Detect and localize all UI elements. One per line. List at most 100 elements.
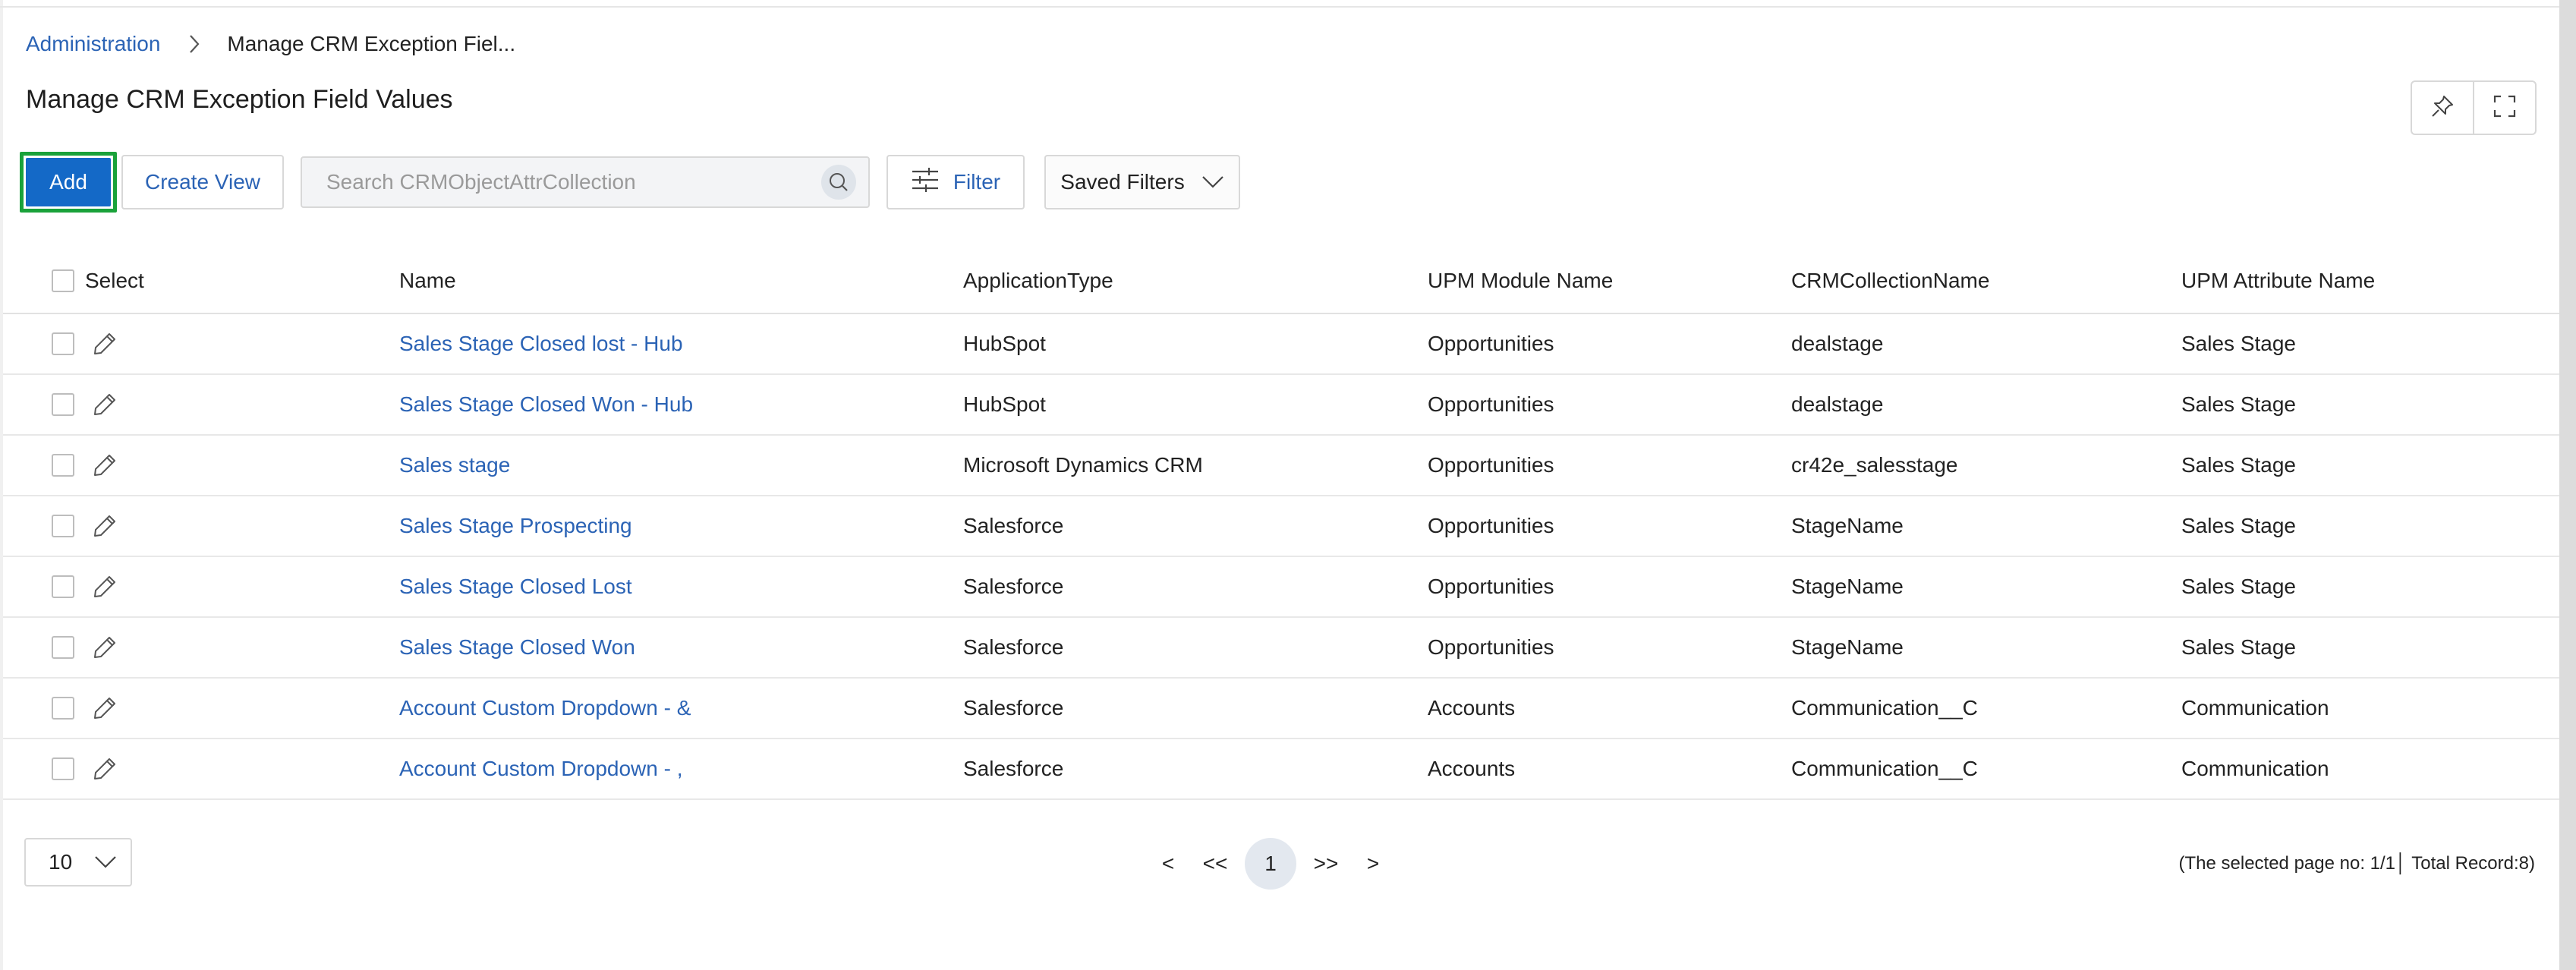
row-name-link[interactable]: Sales Stage Closed Lost xyxy=(399,575,963,599)
row-checkbox[interactable] xyxy=(52,393,74,416)
table-row: Sales Stage Closed lost - Hub HubSpot Oppo… xyxy=(3,314,2559,375)
row-select-cell xyxy=(3,694,399,722)
row-crm-collection-name: cr42e_salesstage xyxy=(1791,453,1958,477)
row-select-cell xyxy=(3,391,399,418)
breadcrumb-administration-link[interactable]: Administration xyxy=(26,32,160,56)
page-title: Manage CRM Exception Field Values xyxy=(26,85,453,114)
application-type-column-header[interactable]: ApplicationType xyxy=(963,269,1428,293)
row-upm-attribute-name: Sales Stage xyxy=(2181,453,2296,477)
row-upm-module-name: Opportunities xyxy=(1428,635,1554,659)
table-row: Sales Stage Closed Won Salesforce Opportun… xyxy=(3,618,2559,679)
sliders-icon xyxy=(911,167,940,198)
table-row: Sales Stage Closed Lost Salesforce Opportu… xyxy=(3,557,2559,618)
row-crm-collection-name: Communication__C xyxy=(1791,757,1978,780)
filter-button[interactable]: Filter xyxy=(886,155,1025,209)
add-button[interactable]: Add xyxy=(26,158,111,206)
row-crm-collection-name: dealstage xyxy=(1791,392,1884,416)
row-name-link[interactable]: Sales Stage Closed Won - Hub xyxy=(399,392,963,417)
top-divider xyxy=(0,0,2559,8)
chevron-right-icon xyxy=(183,33,206,55)
fullscreen-button[interactable] xyxy=(2473,82,2535,134)
crm-collection-name-column-header[interactable]: CRMCollectionName xyxy=(1791,269,2181,293)
select-all-checkbox[interactable] xyxy=(52,269,74,292)
search-box xyxy=(301,156,870,208)
row-name-link[interactable]: Sales Stage Prospecting xyxy=(399,514,963,538)
search-input[interactable] xyxy=(325,169,783,195)
row-application-type: HubSpot xyxy=(963,332,1046,355)
pencil-icon[interactable] xyxy=(91,573,118,600)
row-crm-collection-name: dealstage xyxy=(1791,332,1884,355)
row-upm-module-name: Opportunities xyxy=(1428,332,1554,355)
row-application-type: Salesforce xyxy=(963,696,1064,720)
row-upm-module-name: Opportunities xyxy=(1428,392,1554,416)
upm-module-name-column-header[interactable]: UPM Module Name xyxy=(1428,269,1791,293)
row-checkbox[interactable] xyxy=(52,454,74,477)
select-column-header: Select xyxy=(3,269,399,293)
row-checkbox[interactable] xyxy=(52,636,74,659)
row-application-type: Salesforce xyxy=(963,757,1064,780)
row-crm-collection-name: Communication__C xyxy=(1791,696,1978,720)
pencil-icon[interactable] xyxy=(91,452,118,479)
view-controls xyxy=(2411,80,2537,135)
row-checkbox[interactable] xyxy=(52,575,74,598)
row-checkbox[interactable] xyxy=(52,332,74,355)
previous-page-button[interactable]: < xyxy=(1148,852,1189,876)
row-crm-collection-name: StageName xyxy=(1791,635,1904,659)
table-header-row: Select Name ApplicationType UPM Module N… xyxy=(3,249,2559,314)
data-table: Select Name ApplicationType UPM Module N… xyxy=(3,249,2559,800)
pencil-icon[interactable] xyxy=(91,330,118,357)
row-checkbox[interactable] xyxy=(52,515,74,537)
pin-button[interactable] xyxy=(2412,82,2473,134)
row-upm-module-name: Opportunities xyxy=(1428,514,1554,537)
pencil-icon[interactable] xyxy=(91,391,118,418)
row-name-link[interactable]: Sales Stage Closed Won xyxy=(399,635,963,660)
pencil-icon[interactable] xyxy=(91,512,118,540)
page-size-select[interactable]: 10 xyxy=(24,838,132,887)
row-upm-attribute-name: Sales Stage xyxy=(2181,332,2296,355)
row-application-type: Microsoft Dynamics CRM xyxy=(963,453,1203,477)
saved-filters-dropdown[interactable]: Saved Filters xyxy=(1044,155,1240,209)
row-name-link[interactable]: Account Custom Dropdown - & xyxy=(399,696,963,720)
row-application-type: HubSpot xyxy=(963,392,1046,416)
table-footer: 10 < << 1 >> > (The selected page no: 1/… xyxy=(0,838,2559,890)
toolbar: Add Create View Filter Saved Filters xyxy=(20,152,1240,213)
row-name-link[interactable]: Sales stage xyxy=(399,453,963,477)
row-upm-module-name: Accounts xyxy=(1428,757,1516,780)
row-crm-collection-name: StageName xyxy=(1791,575,1904,598)
row-upm-attribute-name: Sales Stage xyxy=(2181,514,2296,537)
saved-filters-label: Saved Filters xyxy=(1060,170,1185,194)
current-page-button[interactable]: 1 xyxy=(1245,838,1296,890)
table-row: Sales stage Microsoft Dynamics CRM Opportu… xyxy=(3,436,2559,496)
table-row: Account Custom Dropdown - & Salesforce Acc… xyxy=(3,679,2559,739)
pagination: < << 1 >> > xyxy=(1148,838,1393,890)
row-select-cell xyxy=(3,512,399,540)
row-upm-attribute-name: Sales Stage xyxy=(2181,392,2296,416)
add-button-focus-ring: Add xyxy=(20,152,117,213)
create-view-button[interactable]: Create View xyxy=(121,155,284,209)
row-name-link[interactable]: Sales Stage Closed lost - Hub xyxy=(399,332,963,356)
search-icon[interactable] xyxy=(821,165,856,200)
row-upm-attribute-name: Communication xyxy=(2181,696,2329,720)
row-name-link[interactable]: Account Custom Dropdown - , xyxy=(399,757,963,781)
first-page-button[interactable]: << xyxy=(1189,852,1242,876)
row-checkbox[interactable] xyxy=(52,757,74,780)
row-select-cell xyxy=(3,452,399,479)
name-column-header[interactable]: Name xyxy=(399,269,963,293)
row-upm-attribute-name: Sales Stage xyxy=(2181,575,2296,598)
upm-attribute-name-column-header[interactable]: UPM Attribute Name xyxy=(2181,269,2559,293)
last-page-button[interactable]: >> xyxy=(1299,852,1353,876)
chevron-down-icon xyxy=(94,850,117,874)
scrollbar[interactable] xyxy=(2559,0,2576,970)
row-select-cell xyxy=(3,755,399,783)
row-checkbox[interactable] xyxy=(52,697,74,720)
next-page-button[interactable]: > xyxy=(1353,852,1393,876)
pencil-icon[interactable] xyxy=(91,634,118,661)
table-row: Sales Stage Closed Won - Hub HubSpot Oppor… xyxy=(3,375,2559,436)
select-column-label: Select xyxy=(85,269,144,292)
row-select-cell xyxy=(3,573,399,600)
pencil-icon[interactable] xyxy=(91,694,118,722)
pencil-icon[interactable] xyxy=(91,755,118,783)
row-crm-collection-name: StageName xyxy=(1791,514,1904,537)
row-upm-attribute-name: Sales Stage xyxy=(2181,635,2296,659)
expand-icon xyxy=(2493,95,2516,121)
